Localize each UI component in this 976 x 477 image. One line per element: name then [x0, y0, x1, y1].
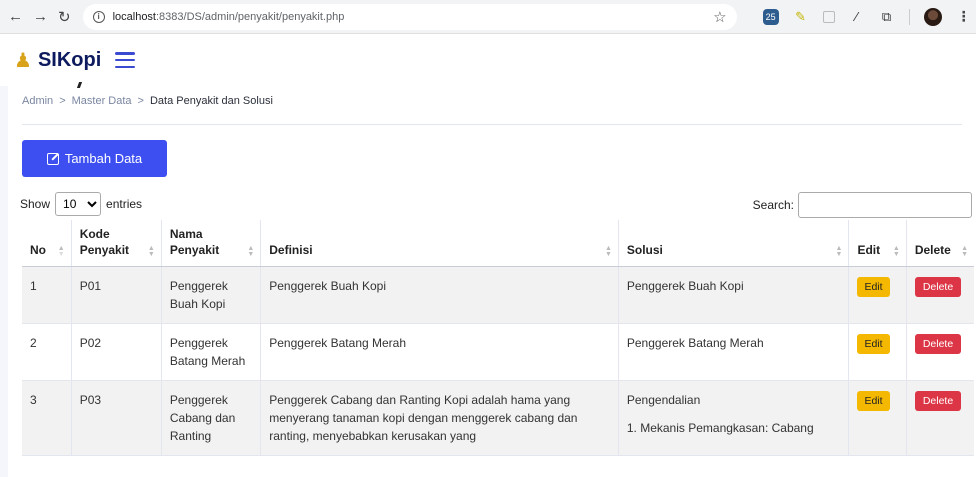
entries-select[interactable]: 10 — [55, 192, 102, 216]
edit-button[interactable]: Edit — [857, 277, 890, 297]
forward-icon[interactable]: → — [33, 8, 48, 26]
disease-table: No ▲ ▼ Kode Penyakit ▲ ▼ Nama Penyakit ▲ ▼ Def… — [22, 220, 974, 456]
add-data-label: Tambah Data — [64, 151, 143, 166]
farmer-logo-icon: ♟ — [14, 49, 32, 72]
cell-nama: Penggerek Cabang dan Ranting — [160, 380, 261, 456]
sort-icon: ▲ ▼ — [892, 245, 900, 258]
entries-label: entries — [106, 197, 143, 211]
sort-icon: ▲ ▼ — [835, 245, 843, 258]
cell-kode: P03 — [70, 380, 162, 456]
breadcrumb-current: Data Penyakit dan Solusi — [149, 95, 273, 107]
url-path: :8383/DS/admin/penyakit/penyakit.php — [156, 10, 345, 23]
toolbar-separator — [908, 8, 910, 25]
sort-icon: ▲ ▼ — [961, 245, 968, 258]
search-label: Search: — [752, 198, 794, 212]
cell-solusi: Penggerek Buah Kopi — [617, 266, 849, 324]
sort-icon: ▲ ▼ — [147, 245, 155, 258]
browser-menu-icon[interactable]: ⋮ — [956, 8, 972, 25]
delete-button[interactable]: Delete — [914, 334, 962, 354]
cell-definisi: Penggerek Buah Kopi — [260, 266, 619, 324]
main-content: Admin > Master Data > Data Penyakit dan … — [0, 86, 976, 477]
delete-button[interactable]: Delete — [914, 391, 962, 411]
delete-button[interactable]: Delete — [914, 277, 962, 297]
extension-square-icon[interactable] — [822, 10, 835, 23]
site-info-icon[interactable]: i — [92, 10, 105, 23]
solusi-item: 1. Mekanis Pemangkasan: Cabang — [626, 421, 814, 435]
data-card: Admin > Master Data > Data Penyakit dan … — [8, 86, 976, 477]
header-no[interactable]: No ▲ ▼ — [22, 220, 72, 267]
sort-icon: ▲ ▼ — [604, 245, 612, 258]
cell-delete: Delete — [905, 380, 974, 456]
profile-avatar[interactable] — [923, 7, 942, 26]
solusi-text: Penggerek Buah Kopi — [626, 279, 744, 293]
header-definisi[interactable]: Definisi ▲ ▼ — [260, 220, 619, 267]
solusi-text: Penggerek Batang Merah — [626, 336, 764, 350]
sort-asc-icon: ▲ ▼ — [57, 245, 65, 258]
extension-pencil-icon[interactable]: ✎ — [793, 9, 809, 25]
header-edit[interactable]: Edit ▲ ▼ — [848, 220, 907, 267]
add-data-button[interactable]: Tambah Data — [22, 140, 167, 177]
entries-length-control: Show 10 entries — [20, 192, 142, 216]
table-row: 1 P01 Penggerek Buah Kopi Penggerek Buah… — [22, 266, 974, 324]
cell-definisi: Penggerek Cabang dan Ranting Kopi adalah… — [260, 380, 619, 456]
extensions-puzzle-icon[interactable]: ⧉ — [879, 9, 895, 25]
extension-badge-icon[interactable]: 25 — [762, 8, 779, 25]
extension-brush-icon[interactable]: ⁄ — [849, 9, 865, 25]
show-label: Show — [20, 197, 51, 211]
cell-edit: Edit — [848, 380, 907, 456]
cell-no: 1 — [22, 266, 72, 324]
breadcrumb-admin[interactable]: Admin — [22, 95, 53, 107]
url-host: localhost — [112, 10, 156, 23]
table-row: 3 P03 Penggerek Cabang dan Ranting Pengg… — [22, 380, 974, 456]
cell-kode: P01 — [70, 266, 162, 324]
cell-delete: Delete — [905, 266, 974, 324]
solusi-heading: Pengendalian — [626, 393, 701, 407]
search-control: Search: — [753, 192, 972, 218]
cell-kode: P02 — [70, 323, 162, 381]
header-kode[interactable]: Kode Penyakit ▲ ▼ — [70, 220, 162, 267]
breadcrumb-separator: > — [137, 95, 144, 107]
cell-edit: Edit — [848, 266, 907, 324]
brand-title[interactable]: SIKopi — [38, 49, 101, 72]
edit-button[interactable]: Edit — [857, 334, 890, 354]
cell-edit: Edit — [848, 323, 907, 381]
app-header: ♟ SIKopi — [0, 34, 976, 86]
cell-solusi: Pengendalian 1. Mekanis Pemangkasan: Cab… — [617, 380, 849, 456]
header-delete[interactable]: Delete ▲ ▼ — [905, 220, 974, 267]
page-title-fragment — [78, 82, 86, 88]
header-solusi[interactable]: Solusi ▲ ▼ — [617, 220, 849, 267]
back-icon[interactable]: ← — [8, 8, 23, 26]
hamburger-menu-icon[interactable] — [115, 52, 136, 68]
cell-no: 2 — [22, 323, 72, 381]
reload-icon[interactable]: ↻ — [58, 8, 71, 26]
header-nama[interactable]: Nama Penyakit ▲ ▼ — [160, 220, 261, 267]
breadcrumb: Admin > Master Data > Data Penyakit dan … — [22, 95, 273, 107]
cell-nama: Penggerek Buah Kopi — [160, 266, 261, 324]
table-header-row: No ▲ ▼ Kode Penyakit ▲ ▼ Nama Penyakit ▲ ▼ Def… — [22, 220, 974, 267]
search-input[interactable] — [798, 192, 972, 218]
address-bar[interactable]: i localhost:8383/DS/admin/penyakit/penya… — [82, 3, 737, 30]
cell-solusi: Penggerek Batang Merah — [617, 323, 849, 381]
edit-square-icon — [46, 152, 59, 165]
divider — [22, 124, 962, 125]
cell-nama: Penggerek Batang Merah — [160, 323, 261, 381]
table-row: 2 P02 Penggerek Batang Merah Penggerek B… — [22, 323, 974, 381]
extensions-area: 25 ✎ ⁄ ⧉ ⋮ — [762, 7, 972, 26]
cell-delete: Delete — [905, 323, 974, 381]
cell-definisi: Penggerek Batang Merah — [260, 323, 619, 381]
cell-no: 3 — [22, 380, 72, 456]
browser-toolbar: ← → ↻ i localhost:8383/DS/admin/penyakit… — [0, 0, 976, 34]
bookmark-star-icon[interactable]: ☆ — [713, 8, 726, 26]
breadcrumb-master-data[interactable]: Master Data — [72, 95, 132, 107]
sort-icon: ▲ ▼ — [247, 245, 255, 258]
edit-button[interactable]: Edit — [857, 391, 890, 411]
breadcrumb-separator: > — [59, 95, 66, 107]
